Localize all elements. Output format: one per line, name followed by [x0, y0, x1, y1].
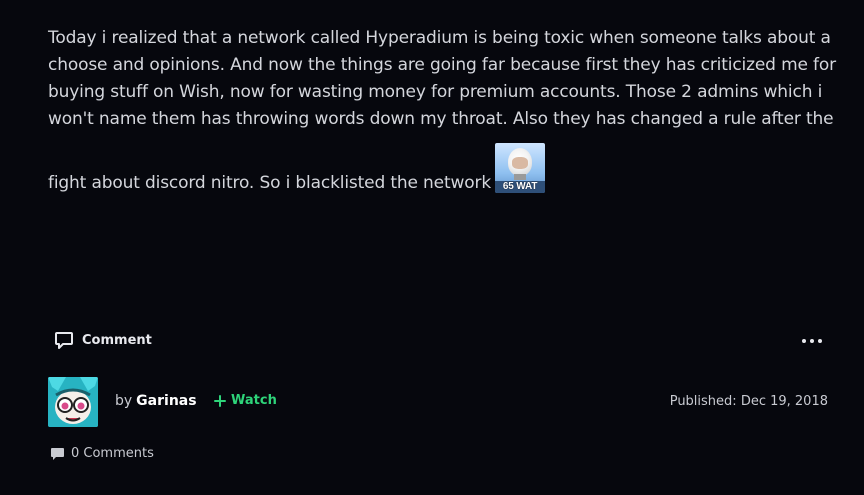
watch-label: Watch — [231, 393, 277, 408]
more-dot-icon — [802, 339, 806, 343]
author-name-link[interactable]: Garinas — [136, 393, 196, 409]
journal-last-line: fight about discord nitro. So i blacklis… — [48, 143, 838, 197]
journal-line: buying stuff on Wish, now for wasting mo… — [48, 82, 823, 102]
published-label: Published: — [669, 394, 737, 409]
plus-icon — [214, 394, 226, 407]
journal-line: fight about discord nitro. So i blacklis… — [48, 173, 492, 193]
more-dot-icon — [810, 339, 814, 343]
by-label: by — [115, 393, 133, 409]
lightbulb-emoji-image: 65 WAT — [495, 143, 546, 193]
comment-label: Comment — [82, 333, 152, 348]
more-dot-icon — [818, 339, 822, 343]
avatar-icon — [48, 377, 98, 427]
journal-line: won't name them has throwing words down … — [48, 109, 834, 129]
published-date: Published: Dec 19, 2018 — [670, 394, 828, 409]
journal-line: choose and opinions. And now the things … — [48, 55, 836, 75]
speech-bubble-icon — [51, 447, 64, 460]
published-value: Dec 19, 2018 — [740, 394, 828, 409]
author-byline: by Garinas — [115, 393, 197, 409]
avatar[interactable] — [48, 377, 98, 427]
watch-button[interactable]: Watch — [214, 393, 277, 408]
comments-count[interactable]: 0 Comments — [50, 446, 154, 461]
journal-body: Today i realized that a network called H… — [48, 25, 838, 197]
more-options-button[interactable] — [802, 332, 822, 350]
comment-button[interactable]: Comment — [54, 331, 152, 350]
comments-count-label: 0 Comments — [71, 446, 154, 461]
comment-icon — [55, 332, 73, 349]
journal-line: Today i realized that a network called H… — [48, 28, 831, 48]
emoji-caption: 65 WAT — [495, 181, 546, 193]
